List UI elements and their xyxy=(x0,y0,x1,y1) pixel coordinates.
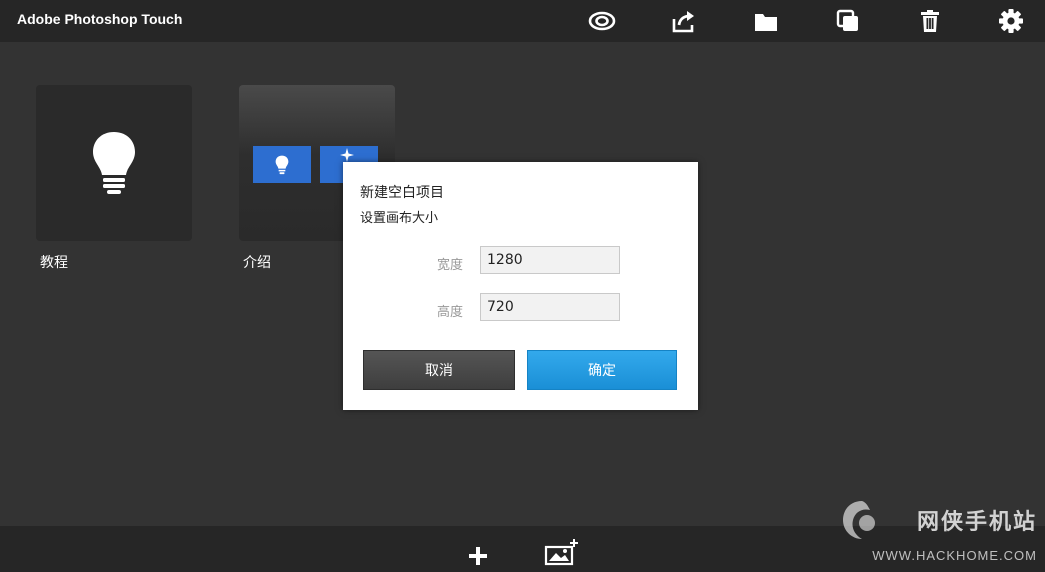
project-label-tutorials: 教程 xyxy=(40,255,68,271)
cancel-button[interactable]: 取消 xyxy=(363,350,515,390)
mini-lightbulb-icon xyxy=(253,146,311,183)
height-label: 高度 xyxy=(437,305,464,320)
watermark-logo-icon xyxy=(843,501,875,539)
lightbulb-icon xyxy=(93,132,135,194)
width-label: 宽度 xyxy=(437,258,464,273)
height-input[interactable]: 720 xyxy=(480,293,620,321)
duplicate-icon[interactable] xyxy=(834,8,862,34)
app-title: Adobe Photoshop Touch xyxy=(17,11,183,27)
top-toolbar: Adobe Photoshop Touch xyxy=(0,0,1045,42)
project-label-intro: 介绍 xyxy=(243,255,271,271)
gear-icon[interactable] xyxy=(997,8,1025,34)
project-tile-tutorials[interactable] xyxy=(36,85,192,241)
new-project-dialog: 新建空白项目 设置画布大小 宽度 1280 高度 720 取消 确定 xyxy=(343,162,698,410)
width-input[interactable]: 1280 xyxy=(480,246,620,274)
confirm-button[interactable]: 确定 xyxy=(527,350,677,390)
watermark-text: 网侠手机站 xyxy=(916,510,1037,535)
add-image-icon[interactable] xyxy=(544,538,580,566)
trash-icon[interactable] xyxy=(916,8,944,34)
dialog-subtitle: 设置画布大小 xyxy=(360,211,439,226)
creative-cloud-icon[interactable] xyxy=(588,8,616,34)
folder-icon[interactable] xyxy=(752,8,780,34)
dialog-title: 新建空白项目 xyxy=(360,185,444,201)
watermark-url: WWW.HACKHOME.COM xyxy=(872,548,1037,563)
share-icon[interactable] xyxy=(670,8,698,34)
plus-icon[interactable] xyxy=(468,546,488,566)
